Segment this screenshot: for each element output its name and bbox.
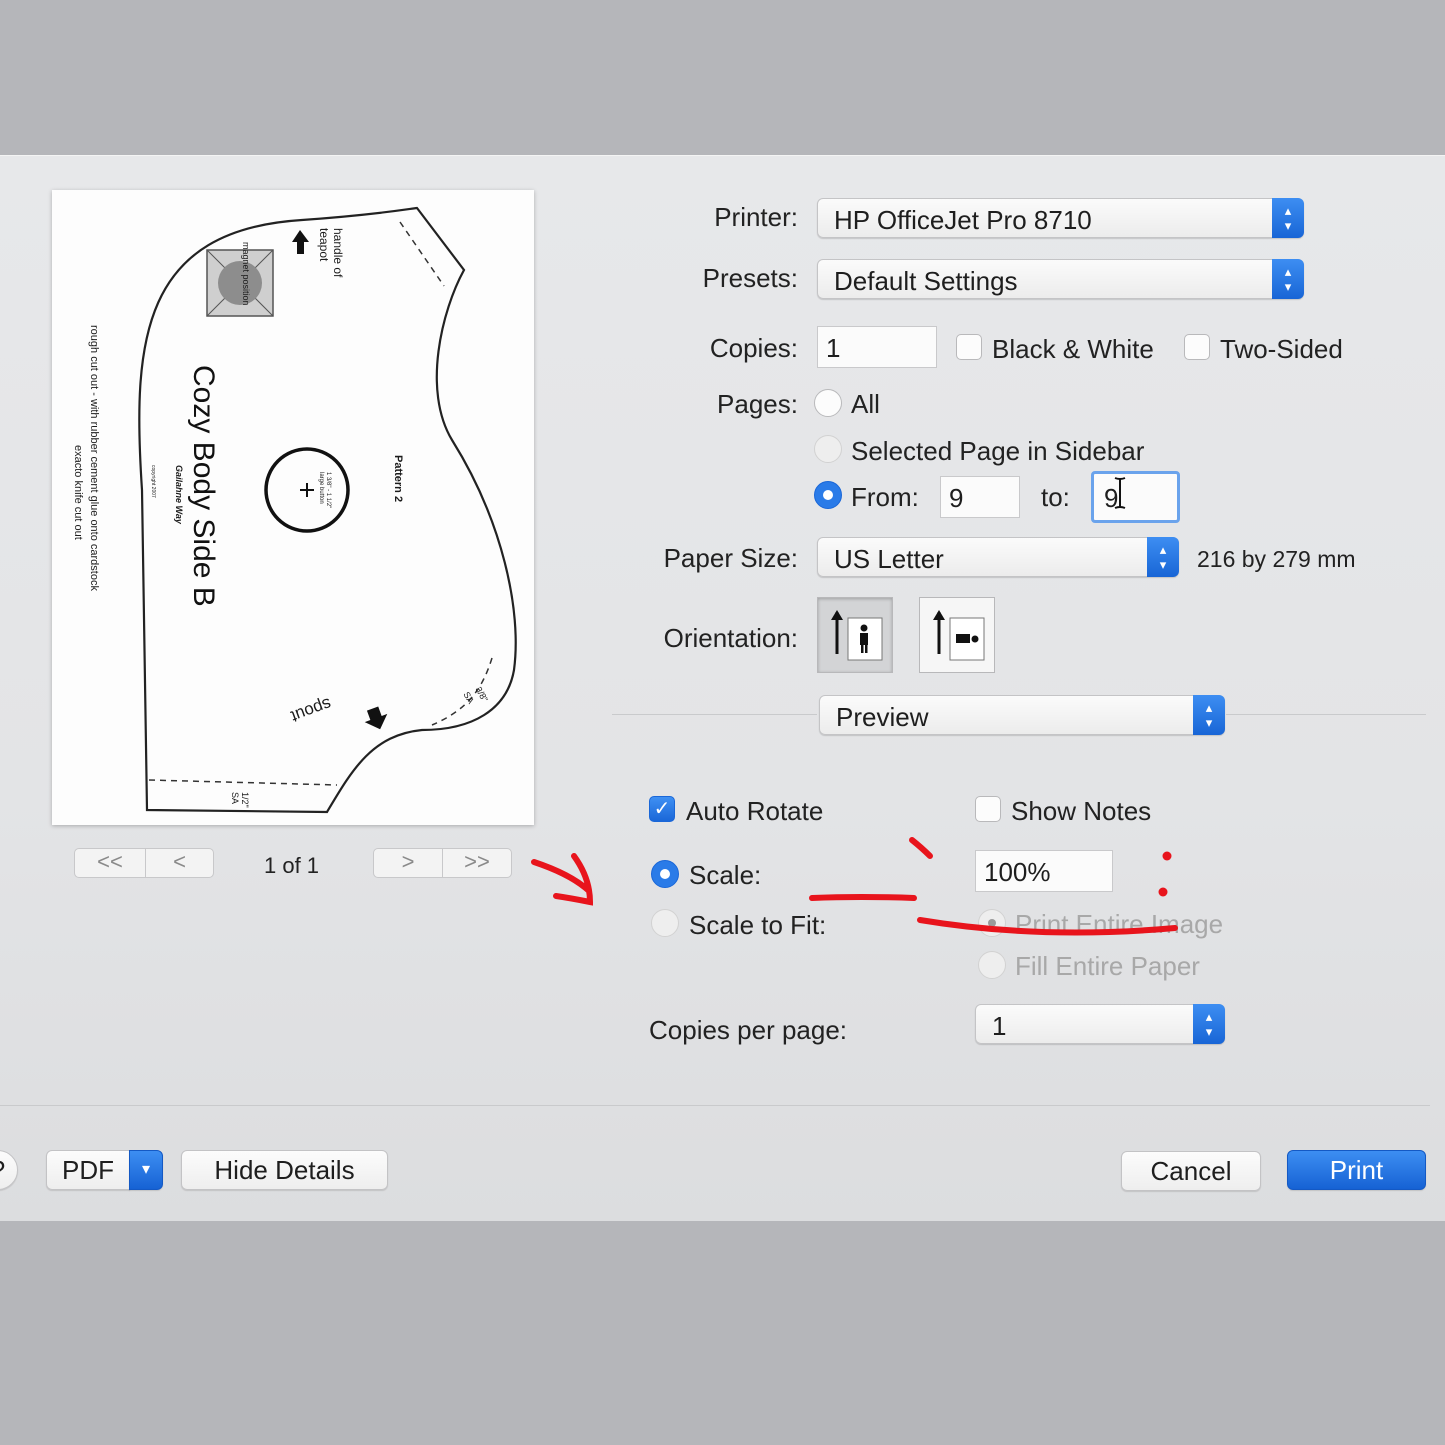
app-options-value: Preview [836,702,929,732]
button-type-label: large button [318,472,324,504]
red-arrow-icon [531,853,594,906]
stepper-arrows-icon: ▴ ▾ [1147,537,1179,577]
fill-entire-paper-radio[interactable] [978,951,1006,979]
printer-value: HP OfficeJet Pro 8710 [834,205,1092,235]
paper-size-value: US Letter [834,544,944,574]
handle-label: handle of [331,228,345,278]
pages-from-field[interactable]: 9 [940,476,1020,518]
auto-rotate-checkbox[interactable]: ✓ [649,796,675,822]
separator-left [612,714,817,715]
side-note-2: exacto knife cut out [72,445,84,540]
text-cursor-icon [1114,476,1126,510]
stepper-arrows-icon: ▴ ▾ [1193,695,1225,735]
pages-to-label: to: [1041,482,1070,512]
black-white-label: Black & White [992,334,1154,364]
button-size-label: 1 3/8" - 1 1/2" [325,472,331,509]
presets-popup[interactable]: Default Settings ▴ ▾ [817,259,1304,299]
page-preview: Cozy Body Side B Pattern 2 handle of tea… [52,190,534,825]
portrait-orientation-button[interactable] [817,597,893,673]
hide-details-button[interactable]: Hide Details [181,1150,388,1190]
logo: Gailahne Way [174,465,184,524]
print-button[interactable]: Print [1287,1150,1426,1190]
show-notes-checkbox[interactable] [975,796,1001,822]
copies-field[interactable]: 1 [817,326,937,368]
pages-all-radio[interactable] [814,389,842,417]
copies-per-page-label: Copies per page: [649,1015,848,1045]
teapot-label: teapot [317,228,331,262]
pdf-menu-chevron-icon[interactable]: ▾ [129,1150,163,1190]
stepper-arrows-icon: ▴ ▾ [1272,259,1304,299]
paper-size-popup[interactable]: US Letter ▴ ▾ [817,537,1179,577]
paper-dimensions: 216 by 279 mm [1197,546,1356,572]
stepper-arrows-icon: ▴ ▾ [1272,198,1304,238]
landscape-orientation-button[interactable] [919,597,995,673]
copies-label: Copies: [709,333,798,363]
presets-value: Default Settings [834,266,1018,296]
pages-from-radio[interactable] [814,481,842,509]
sa-left-label2: SA [230,792,240,805]
portrait-icon [831,610,883,661]
red-annotation-marks [531,837,1178,936]
pattern-outline [138,206,517,814]
next-page-button[interactable]: > [373,848,443,878]
fill-entire-paper-label: Fill Entire Paper [1015,951,1200,981]
paper-size-label: Paper Size: [663,543,798,573]
previous-page-button[interactable]: < [145,848,214,878]
side-note-1: rough cut out - with rubber cement glue … [88,325,100,591]
pages-label: Pages: [717,389,798,419]
landscape-icon [933,610,985,661]
separator-right [1226,714,1426,715]
pages-from-label: From: [851,482,919,512]
pages-all-label: All [851,389,880,419]
presets-label: Presets: [702,263,798,293]
app-options-popup[interactable]: Preview ▴ ▾ [819,695,1225,735]
printer-label: Printer: [714,202,798,232]
magnet-label: magnet position [241,242,251,306]
copies-per-page-value: 1 [992,1011,1007,1041]
auto-rotate-label: Auto Rotate [686,796,824,826]
two-sided-label: Two-Sided [1220,334,1343,364]
copyright-label: copyright 2007 [150,465,156,498]
pages-to-field[interactable]: 9 [1091,471,1180,523]
last-page-button[interactable]: >> [442,848,512,878]
first-page-button[interactable]: << [74,848,146,878]
black-white-checkbox[interactable] [956,334,982,360]
copies-per-page-popup[interactable]: 1 ▴ ▾ [975,1004,1225,1044]
footer-separator [0,1105,1430,1106]
pattern-number: Pattern 2 [392,455,404,503]
stepper-arrows-icon: ▴ ▾ [1193,1004,1225,1044]
two-sided-checkbox[interactable] [1184,334,1210,360]
pages-selected-radio[interactable] [814,435,842,463]
arrow-up-icon [292,230,309,254]
pdf-button[interactable]: PDF [46,1150,130,1190]
orientation-label: Orientation: [663,623,798,653]
pages-selected-label: Selected Page in Sidebar [851,436,1145,466]
show-notes-label: Show Notes [1011,796,1152,826]
pattern-title: Cozy Body Side B [187,365,220,607]
arrow-down-icon [364,706,388,730]
printer-popup[interactable]: HP OfficeJet Pro 8710 ▴ ▾ [817,198,1304,238]
sa-left-label: 1/2" [240,792,250,808]
cancel-button[interactable]: Cancel [1121,1151,1261,1191]
page-indicator: 1 of 1 [264,853,320,878]
